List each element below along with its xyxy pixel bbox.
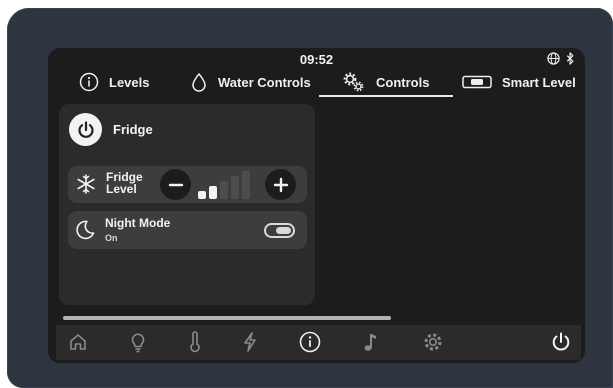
toggle-knob [276, 227, 291, 234]
tab-levels[interactable]: Levels [79, 69, 149, 95]
globe-icon [547, 52, 560, 65]
bottom-nav-bar [56, 325, 581, 360]
power-icon[interactable] [549, 330, 573, 354]
thermometer-icon[interactable] [183, 330, 207, 354]
water-drop-icon [192, 72, 206, 92]
tab-label: Levels [109, 74, 150, 90]
fridge-card: Fridge Fridge Level Night Mode On [59, 104, 315, 305]
home-icon[interactable] [66, 330, 90, 354]
level-bar [220, 181, 228, 199]
status-time: 09:52 [299, 52, 334, 67]
active-tab-indicator [319, 95, 453, 97]
fridge-card-header: Fridge [69, 113, 153, 146]
snowflake-icon [77, 174, 95, 194]
power-icon [77, 120, 94, 138]
plus-icon [273, 177, 288, 192]
level-bar [198, 191, 206, 199]
level-bar [231, 176, 239, 199]
fridge-level-increase-button[interactable] [265, 169, 296, 200]
horizontal-scrollbar[interactable] [63, 316, 391, 320]
info-icon[interactable] [298, 330, 322, 354]
bluetooth-icon [566, 52, 574, 65]
minus-icon [168, 183, 183, 186]
night-mode-label: Night Mode [105, 216, 171, 230]
device-bezel: 09:52 Levels Water Controls Controls Sma… [7, 8, 613, 388]
music-note-icon[interactable] [358, 330, 382, 354]
fridge-level-label: Fridge Level [106, 171, 158, 195]
gears-icon [343, 72, 364, 92]
level-bar [242, 171, 250, 199]
lightning-icon[interactable] [238, 330, 262, 354]
level-bar [209, 186, 217, 199]
tab-label: Smart Level [502, 74, 576, 90]
tab-water-controls[interactable]: Water Controls [190, 69, 311, 95]
fridge-title: Fridge [113, 122, 153, 137]
tab-label: Water Controls [218, 74, 311, 90]
tab-smart-level[interactable]: Smart Level [462, 69, 576, 95]
night-mode-status: On [105, 233, 118, 243]
night-mode-row: Night Mode On [68, 211, 307, 249]
tab-bar: Levels Water Controls Controls Smart Lev… [48, 69, 585, 97]
level-gauge-icon [462, 75, 492, 89]
fridge-level-decrease-button[interactable] [160, 169, 191, 200]
info-icon [79, 72, 99, 92]
night-mode-toggle[interactable] [264, 223, 295, 238]
tab-controls[interactable]: Controls [342, 69, 429, 95]
tab-label: Controls [376, 74, 430, 90]
fridge-power-button[interactable] [69, 113, 102, 146]
touch-screen: 09:52 Levels Water Controls Controls Sma… [48, 48, 585, 363]
lightbulb-icon[interactable] [126, 330, 150, 354]
status-icons [547, 52, 575, 65]
label-line: Level [106, 182, 137, 196]
moon-icon [76, 220, 95, 240]
fridge-level-row: Fridge Level [68, 166, 307, 203]
settings-gear-icon[interactable] [421, 330, 445, 354]
fridge-level-indicator [198, 171, 258, 199]
